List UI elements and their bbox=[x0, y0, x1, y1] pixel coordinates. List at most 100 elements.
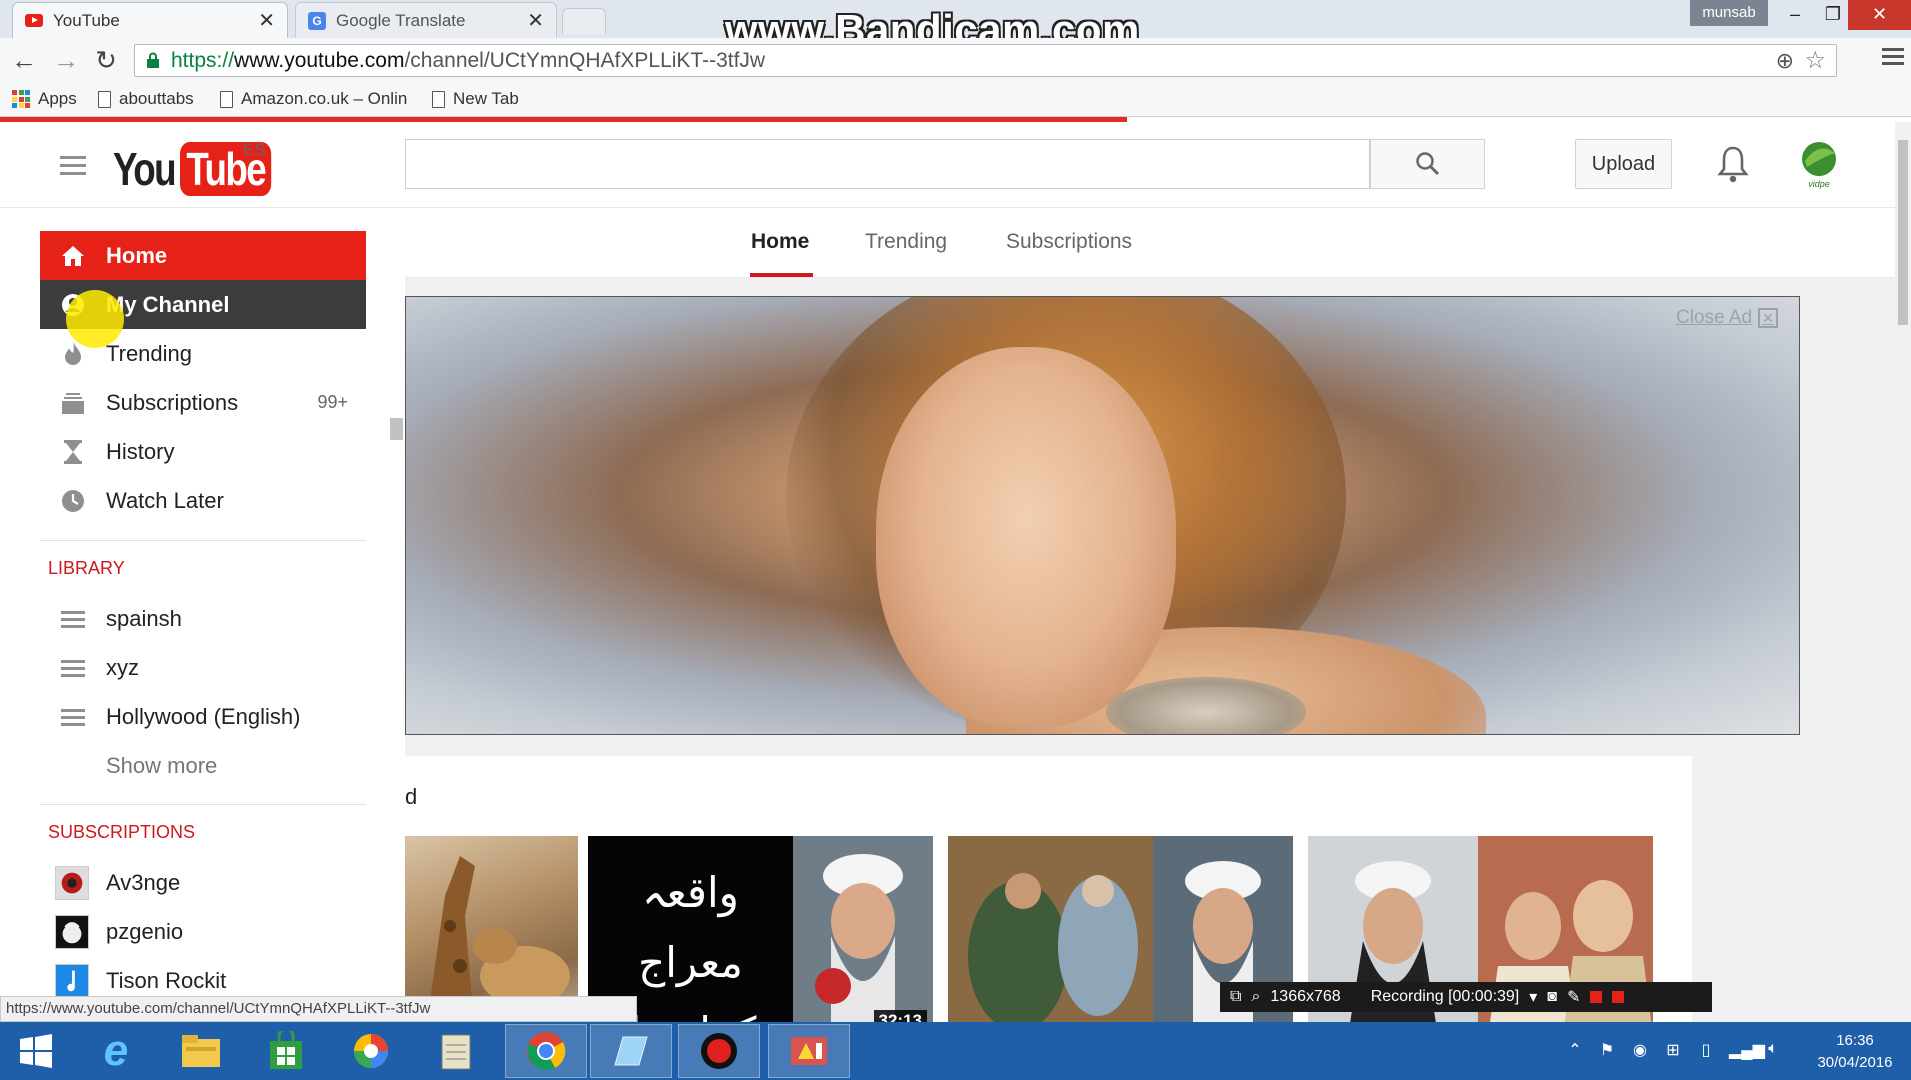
guide-menu-icon[interactable] bbox=[60, 156, 86, 180]
volume-icon[interactable]: 🔈︎ bbox=[1763, 1040, 1783, 1060]
bookmark-new-tab[interactable]: New Tab bbox=[432, 89, 519, 109]
bookmark-amazon[interactable]: Amazon.co.uk – Onlin bbox=[220, 89, 407, 109]
profile-user-chip[interactable]: munsab bbox=[1690, 0, 1768, 26]
tab-home[interactable]: Home bbox=[751, 230, 809, 254]
notifications-bell-icon[interactable] bbox=[1717, 144, 1749, 184]
close-ad-label: Close Ad bbox=[1676, 307, 1753, 328]
battery-icon[interactable]: ▯ bbox=[1696, 1040, 1716, 1060]
bandicam-taskbar-icon[interactable] bbox=[678, 1024, 760, 1078]
taskbar-clock[interactable]: 16:36 30/04/2016 bbox=[1800, 1030, 1910, 1074]
show-more-link[interactable]: Show more bbox=[40, 741, 366, 790]
sidebar-divider bbox=[40, 804, 366, 805]
tab-youtube[interactable]: YouTube ✕ bbox=[12, 2, 288, 38]
window-close-icon[interactable]: ✕ bbox=[1848, 0, 1911, 30]
tray-windows-icon[interactable]: ⊞ bbox=[1663, 1040, 1683, 1060]
close-icon: ✕ bbox=[1758, 308, 1779, 328]
sidebar-item-home[interactable]: Home bbox=[40, 231, 366, 280]
youtube-logo[interactable]: You Tube bbox=[113, 142, 295, 196]
dropdown-icon[interactable]: ▾ bbox=[1529, 987, 1537, 1007]
pause-icon[interactable] bbox=[1590, 991, 1603, 1003]
tab-close-icon[interactable]: ✕ bbox=[258, 8, 275, 33]
minimize-icon[interactable]: – bbox=[1774, 0, 1816, 30]
subscription-label: pzgenio bbox=[106, 918, 184, 944]
sidebar-item-playlist-hollywood[interactable]: Hollywood (English) bbox=[40, 692, 366, 741]
network-signal-icon[interactable]: ▂▄▆ bbox=[1729, 1040, 1765, 1060]
lock-icon bbox=[147, 52, 159, 68]
browser-toolbar: ← → ↻ https://www.youtube.com/channel/UC… bbox=[0, 38, 1911, 83]
sidebar-item-subscriptions[interactable]: Subscriptions 99+ bbox=[40, 378, 366, 427]
clock-icon bbox=[60, 488, 86, 514]
notepad-icon[interactable] bbox=[415, 1024, 497, 1078]
action-center-flag-icon[interactable]: ⚑ bbox=[1597, 1040, 1617, 1060]
svg-text:vidpe: vidpe bbox=[1808, 179, 1830, 189]
magnifier-icon[interactable]: ⌕ bbox=[1251, 988, 1260, 1006]
address-bar[interactable]: https://www.youtube.com/channel/UCtYmnQH… bbox=[134, 44, 1837, 77]
shelf-title: d bbox=[405, 784, 418, 809]
new-tab-button[interactable] bbox=[562, 8, 606, 34]
sidebar-item-watch-later[interactable]: Watch Later bbox=[40, 476, 366, 525]
store-icon[interactable] bbox=[245, 1024, 327, 1078]
camera-icon[interactable]: ◙ bbox=[1547, 988, 1557, 1006]
tab-subscriptions[interactable]: Subscriptions bbox=[1006, 230, 1132, 254]
picasa-icon[interactable] bbox=[330, 1024, 412, 1078]
show-more-label: Show more bbox=[106, 752, 218, 778]
close-ad-button[interactable]: Close Ad ✕ bbox=[1676, 307, 1779, 329]
search-button[interactable] bbox=[1370, 139, 1485, 189]
chrome-menu-icon[interactable] bbox=[1882, 48, 1904, 68]
sidebar-item-playlist-xyz[interactable]: xyz bbox=[40, 643, 366, 692]
url-path: /channel/UCtYmnQHAfXPLLiKT--3tfJw bbox=[404, 49, 766, 72]
sidebar-item-label: Home bbox=[106, 242, 168, 268]
account-avatar[interactable]: vidpe bbox=[1795, 137, 1843, 189]
search-input[interactable] bbox=[405, 139, 1370, 189]
browser-tabstrip: YouTube ✕ G Google Translate ✕ www.Bandi… bbox=[0, 0, 1911, 53]
logo-you: You bbox=[113, 143, 177, 195]
tray-app-icon[interactable]: ◉ bbox=[1630, 1040, 1650, 1060]
paint-app-icon[interactable] bbox=[590, 1024, 672, 1078]
sidebar-item-label: History bbox=[106, 438, 175, 464]
video-thumbnail[interactable]: واقعہ معراج مکمل بیان 32:13 bbox=[588, 836, 933, 1036]
back-icon[interactable]: ← bbox=[8, 44, 40, 76]
chrome-taskbar-icon[interactable] bbox=[505, 1024, 587, 1078]
sidebar-divider bbox=[40, 540, 366, 541]
stop-icon[interactable] bbox=[1612, 991, 1625, 1003]
tray-expand-icon[interactable]: ⌃ bbox=[1565, 1040, 1585, 1060]
start-button[interactable] bbox=[0, 1024, 72, 1078]
bookmark-abouttabs[interactable]: abouttabs bbox=[98, 89, 194, 109]
bookmark-apps[interactable]: Apps bbox=[12, 89, 77, 109]
recording-status: Recording [00:00:39] bbox=[1370, 988, 1520, 1005]
internet-explorer-icon[interactable]: e bbox=[75, 1024, 157, 1078]
sidebar-item-label: Hollywood (English) bbox=[106, 703, 301, 729]
forward-icon[interactable]: → bbox=[50, 44, 82, 76]
url-scheme: https:// bbox=[171, 49, 235, 72]
sidebar-item-label: Subscriptions bbox=[106, 389, 239, 415]
tab-trending[interactable]: Trending bbox=[865, 230, 947, 254]
tab-close-icon[interactable]: ✕ bbox=[527, 8, 544, 33]
bandicam-recorder-bar: ⧉ ⌕ 1366x768 Recording [00:00:39] ▾ ◙ ✎ bbox=[1220, 982, 1712, 1012]
bookmark-label: New Tab bbox=[453, 89, 519, 108]
subscriptions-icon bbox=[60, 390, 86, 416]
reload-icon[interactable]: ↻ bbox=[90, 44, 122, 76]
presentation-app-icon[interactable] bbox=[768, 1024, 850, 1078]
subscription-item-pzgenio[interactable]: pzgenio bbox=[40, 907, 366, 956]
file-explorer-icon[interactable] bbox=[160, 1024, 242, 1078]
pencil-icon[interactable]: ✎ bbox=[1567, 987, 1580, 1007]
logo-region-code: ES bbox=[243, 140, 266, 159]
tab-title: YouTube bbox=[53, 10, 120, 30]
youtube-masthead: You Tube ES Upload vidpe bbox=[0, 122, 1895, 208]
sidebar-scrollbar[interactable] bbox=[390, 418, 403, 440]
sidebar-item-label: spainsh bbox=[106, 605, 182, 631]
zoom-icon[interactable]: ⊕ bbox=[1776, 45, 1794, 76]
banner-ad[interactable]: Close Ad ✕ bbox=[405, 296, 1800, 735]
active-tab-indicator bbox=[750, 273, 813, 277]
page-scrollbar[interactable] bbox=[1895, 122, 1911, 1022]
sidebar-item-playlist-spainsh[interactable]: spainsh bbox=[40, 594, 366, 643]
upload-button[interactable]: Upload bbox=[1575, 139, 1672, 189]
page-scrollbar-thumb[interactable] bbox=[1898, 140, 1908, 325]
sidebar-item-history[interactable]: History bbox=[40, 427, 366, 476]
window-icon[interactable]: ⧉ bbox=[1230, 988, 1241, 1006]
tab-google-translate[interactable]: G Google Translate ✕ bbox=[295, 2, 557, 38]
bookmark-star-icon[interactable]: ☆ bbox=[1804, 45, 1826, 76]
subscription-item-av3nge[interactable]: Av3nge bbox=[40, 858, 366, 907]
google-translate-favicon-icon: G bbox=[308, 11, 326, 30]
hourglass-icon bbox=[60, 439, 86, 465]
